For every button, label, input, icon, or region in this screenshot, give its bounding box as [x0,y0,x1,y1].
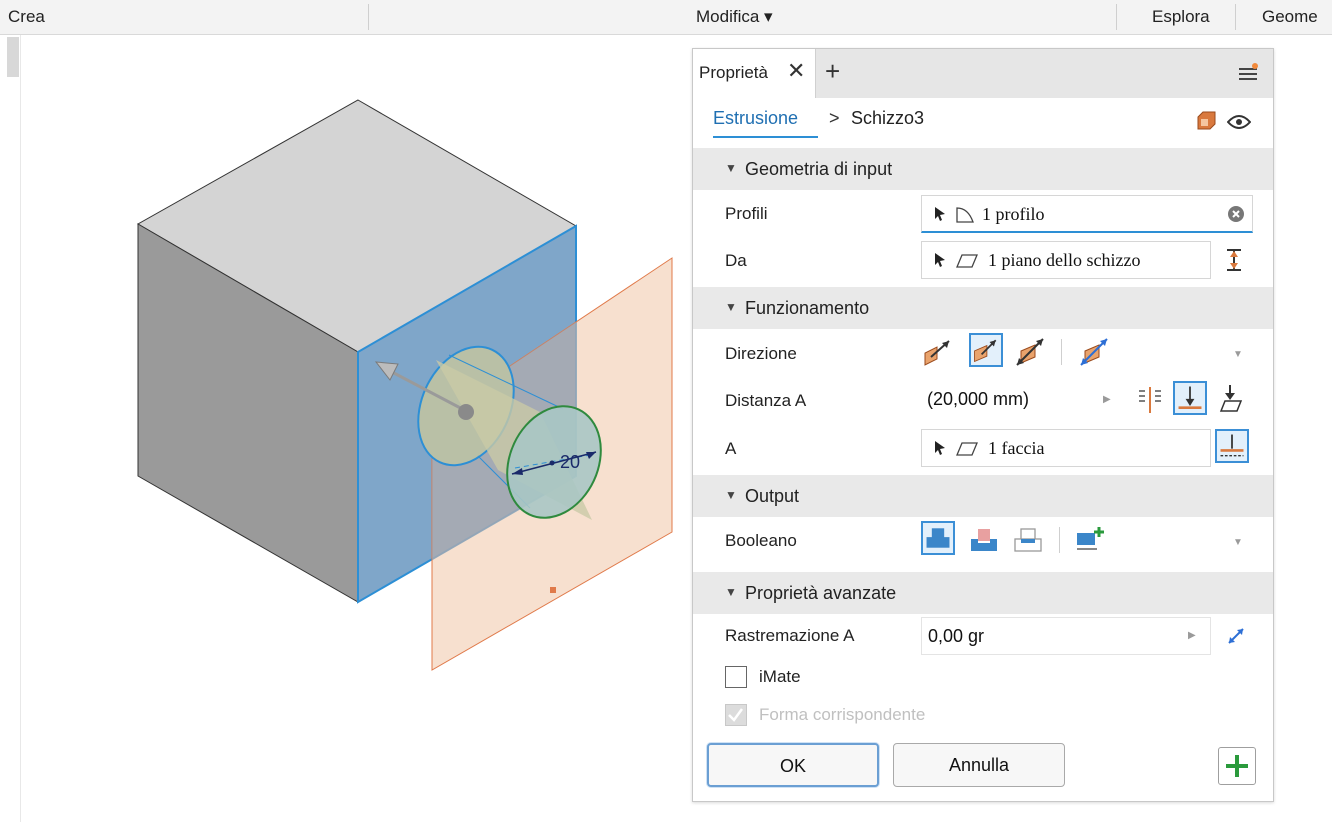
direction-flipped-button[interactable] [969,333,1003,367]
expand-arrow-icon[interactable]: ▶ [1103,394,1111,405]
breadcrumb-underline [713,136,818,138]
through-all-icon[interactable] [1213,383,1247,417]
cancel-button[interactable]: Annulla [893,743,1065,787]
ribbon-section-geometria[interactable]: Geome [1262,0,1318,34]
collapse-triangle-icon: ▼ [725,585,737,599]
join-icon [926,528,950,548]
ribbon-panel-bar: Crea Modifica ▾ Esplora Geome [0,0,1332,35]
da-field[interactable]: 1 piano dello schizzo [921,241,1211,279]
direction-default-icon[interactable] [921,335,955,369]
eye-icon[interactable] [1227,114,1251,130]
section-output[interactable]: ▼ Output [693,475,1273,517]
ribbon-divider [1116,4,1117,30]
plus-icon [1226,755,1248,777]
to-next-button[interactable] [1173,381,1207,415]
section-geometria-input[interactable]: ▼ Geometria di input [693,148,1273,190]
forma-corrispondente-checkbox [725,704,747,726]
close-icon[interactable]: ✕ [787,60,805,82]
scroll-thumb[interactable] [7,37,19,77]
breadcrumb-separator: > [829,108,840,128]
flip-taper-icon[interactable] [1225,625,1247,647]
direzione-label: Direzione [725,344,797,363]
graphics-viewport[interactable]: 20 [22,35,692,822]
section-title: Proprietà avanzate [745,583,897,603]
boolean-join-button[interactable] [921,521,955,555]
ribbon-section-modifica[interactable]: Modifica ▾ [696,0,773,34]
breadcrumb: Estrusione > Schizzo3 [693,98,1273,148]
collapse-triangle-icon: ▼ [725,488,737,502]
checkmark-icon [728,708,744,722]
a-label: A [725,439,737,458]
dimension-anchor [549,460,555,466]
rastremazione-value: 0,00 gr [928,626,985,646]
direction-flipped-icon [974,339,997,363]
a-field[interactable]: 1 faccia [921,429,1211,467]
collapse-triangle-icon: ▼ [725,161,737,175]
flip-extents-icon[interactable] [1225,248,1243,272]
distanza-value: (20,000 mm) [927,389,1030,409]
divider-line [20,35,21,822]
expand-arrow-icon[interactable]: ▶ [1188,630,1196,641]
select-arrow-icon [935,441,945,455]
imate-label: iMate [759,667,801,686]
apply-new-button[interactable] [1218,747,1256,785]
direction-asymmetric-icon[interactable] [1077,335,1111,369]
extrude-feature-icon[interactable] [1195,110,1217,132]
extend-face-icon [1220,434,1244,457]
toolbar-divider [1059,527,1060,553]
select-arrow-icon [935,207,945,221]
chevron-down-icon[interactable]: ▼ [1233,537,1243,548]
tab-proprieta[interactable]: Proprietà ✕ [693,49,816,98]
distanza-input[interactable]: (20,000 mm) [921,381,1091,419]
section-title: Funzionamento [745,298,870,318]
plane-icon [956,254,978,268]
add-tab-icon[interactable]: + [825,58,840,84]
direction-manipulator-grip[interactable] [458,404,474,420]
section-title: Geometria di input [745,159,893,179]
da-value: 1 piano dello schizzo [988,250,1141,270]
profili-field[interactable]: 1 profilo [921,195,1253,233]
da-label: Da [725,251,747,270]
boolean-intersect-icon[interactable] [1011,523,1045,557]
boolean-new-solid-icon[interactable] [1073,523,1107,557]
panel-tabbar: Proprietà ✕ + [693,49,1273,98]
ribbon-section-crea[interactable]: Crea [8,0,45,34]
boolean-cut-icon[interactable] [967,523,1001,557]
breadcrumb-feature[interactable]: Estrusione [713,108,798,129]
imate-checkbox[interactable] [725,666,747,688]
hamburger-menu-icon[interactable] [1239,63,1259,83]
browser-edge [0,35,22,822]
select-arrow-icon [935,253,945,267]
forma-corrispondente-label: Forma corrispondente [759,705,926,724]
profile-icon [956,207,974,223]
chevron-down-icon[interactable]: ▼ [1233,349,1243,360]
rastremazione-input[interactable]: 0,00 gr ▶ [921,617,1211,655]
clear-icon[interactable] [1228,206,1244,222]
section-title: Output [745,486,800,506]
breadcrumb-sketch[interactable]: Schizzo3 [851,108,924,129]
extend-face-button[interactable] [1215,429,1249,463]
direction-symmetric-icon[interactable] [1013,335,1047,369]
a-value: 1 faccia [988,438,1045,458]
profili-value: 1 profilo [982,204,1045,224]
distance-icon[interactable] [1133,383,1167,417]
toolbar-divider [1061,339,1062,365]
booleano-label: Booleano [725,531,797,550]
distanza-label: Distanza A [725,391,807,410]
ok-button[interactable]: OK [707,743,879,787]
face-icon [956,442,978,456]
collapse-triangle-icon: ▼ [725,300,737,314]
section-funzionamento[interactable]: ▼ Funzionamento [693,287,1273,329]
to-next-icon [1178,386,1202,410]
profili-label: Profili [725,204,768,223]
properties-panel: Proprietà ✕ + Estrusione > Schizzo3 ▼ Ge… [692,48,1274,802]
section-proprieta-avanzate[interactable]: ▼ Proprietà avanzate [693,572,1273,614]
tab-label: Proprietà [699,63,768,82]
ribbon-divider [1235,4,1236,30]
ribbon-divider [368,4,369,30]
ribbon-section-esplora[interactable]: Esplora [1152,0,1210,34]
sketch-point [550,587,556,593]
rastremazione-label: Rastremazione A [725,626,855,645]
dimension-value[interactable]: 20 [560,452,580,472]
